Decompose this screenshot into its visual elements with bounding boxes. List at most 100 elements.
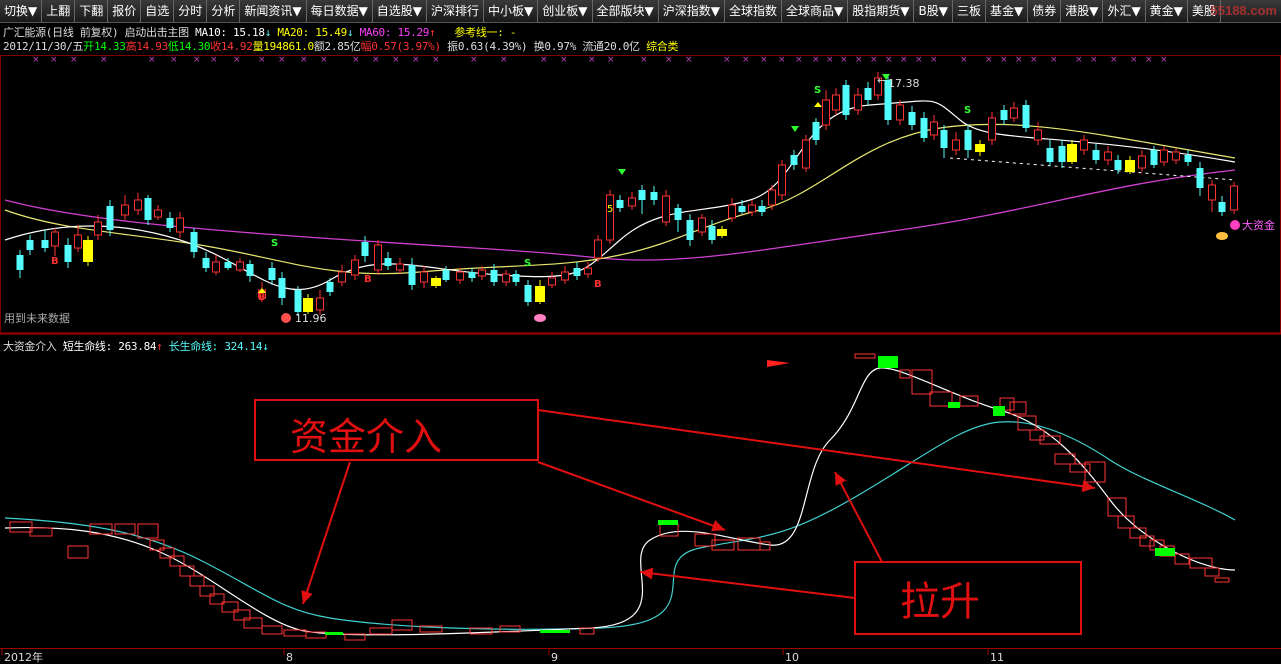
menu-item[interactable]: 三板 bbox=[953, 0, 986, 22]
x-marker: × bbox=[778, 55, 786, 65]
candle-body bbox=[1067, 144, 1077, 162]
menu-item[interactable]: 股指期货▼ bbox=[848, 0, 915, 22]
candle-body bbox=[778, 164, 786, 196]
menu-item[interactable]: 外汇▼ bbox=[1103, 0, 1146, 22]
candle-body bbox=[442, 270, 450, 280]
menu-item[interactable]: 上翻 bbox=[42, 0, 76, 22]
menu-item[interactable]: 沪深排行 bbox=[427, 0, 485, 22]
menu-item[interactable]: 全部版块▼ bbox=[593, 0, 659, 22]
menu-item[interactable]: 黄金▼ bbox=[1146, 0, 1188, 22]
candle-body bbox=[594, 239, 602, 259]
candle-body bbox=[616, 200, 624, 208]
candle-body bbox=[535, 286, 545, 302]
buy-signal: B bbox=[51, 256, 59, 267]
candle-body bbox=[1230, 185, 1238, 211]
candle-body bbox=[768, 189, 776, 206]
menu-item[interactable]: 沪深指数▼ bbox=[659, 0, 725, 22]
candle-body bbox=[1172, 151, 1180, 161]
menu-item[interactable]: 港股▼ bbox=[1061, 0, 1104, 22]
long-life-line bbox=[4, 421, 1236, 630]
menu-item[interactable]: 债券 bbox=[1028, 0, 1062, 22]
menu-item[interactable]: 分时 bbox=[174, 0, 208, 22]
menu-item[interactable]: 新闻资讯▼ bbox=[240, 0, 307, 22]
x-marker: × bbox=[1050, 55, 1058, 65]
x-axis-label: 11 bbox=[990, 651, 1004, 664]
candle-body bbox=[278, 278, 286, 298]
buy-signal: B bbox=[594, 279, 602, 290]
candle-body bbox=[748, 204, 756, 213]
candle-body bbox=[166, 218, 174, 228]
candle-body bbox=[573, 268, 581, 276]
sell-signal: S bbox=[964, 105, 971, 116]
candle-body bbox=[674, 208, 682, 220]
candle-body bbox=[1034, 129, 1042, 141]
red-arrow-icon bbox=[767, 360, 790, 367]
candle-body bbox=[638, 190, 646, 200]
signal-five: 5 bbox=[607, 204, 613, 215]
x-marker: × bbox=[1110, 55, 1118, 65]
x-marker: × bbox=[300, 55, 308, 65]
menu-item[interactable]: 全球指数 bbox=[725, 0, 782, 22]
indicator-green-block bbox=[1155, 548, 1175, 556]
candle-body bbox=[468, 272, 476, 278]
candle-body bbox=[854, 94, 862, 111]
menu-item[interactable]: 自选股▼ bbox=[373, 0, 428, 22]
menu-item[interactable]: 下翻 bbox=[75, 0, 109, 22]
x-marker: × bbox=[320, 55, 328, 65]
menu-item[interactable]: 报价 bbox=[108, 0, 142, 22]
x-marker: × bbox=[723, 55, 731, 65]
candle-body bbox=[930, 121, 938, 136]
candle-body bbox=[908, 112, 916, 125]
menu-item[interactable]: 分析 bbox=[207, 0, 241, 22]
candle-body bbox=[106, 206, 114, 230]
x-axis-label: 10 bbox=[785, 651, 799, 664]
menu-item[interactable]: 切换▼ bbox=[0, 0, 43, 22]
down-arrow-icon bbox=[791, 126, 799, 132]
arrow-head-icon bbox=[711, 520, 725, 532]
candle-body bbox=[628, 197, 636, 207]
candle-body bbox=[940, 130, 948, 148]
menu-item[interactable]: 基金▼ bbox=[986, 0, 1029, 22]
candle-body bbox=[94, 221, 102, 236]
x-marker: × bbox=[640, 55, 648, 65]
big-money-tag: 大资金 bbox=[1242, 218, 1275, 232]
candle-body bbox=[952, 139, 960, 151]
x-marker: × bbox=[148, 55, 156, 65]
x-marker: × bbox=[870, 55, 878, 65]
menu-item[interactable]: 自选 bbox=[141, 0, 175, 22]
candle-body bbox=[1208, 184, 1216, 201]
x-marker: × bbox=[1000, 55, 1008, 65]
menu-item[interactable]: 全球商品▼ bbox=[782, 0, 849, 22]
x-marker: × bbox=[900, 55, 908, 65]
chart-canvas[interactable]: × × × × × × × × × × × × × × × × × × × × × × × × × × × × × × × × × × × × × × × ×… bbox=[0, 22, 1281, 664]
indicator-red-block bbox=[1214, 577, 1230, 583]
candle-body bbox=[490, 270, 498, 282]
x-marker: × bbox=[193, 55, 201, 65]
candle-body bbox=[964, 130, 972, 150]
buy-signal: B bbox=[364, 274, 372, 285]
future-data-note: 用到未来数据 bbox=[4, 311, 70, 325]
menu-item[interactable]: 每日数据▼ bbox=[307, 0, 373, 22]
menu-item[interactable]: B股▼ bbox=[914, 0, 953, 22]
menu-item[interactable]: 创业板▼ bbox=[538, 0, 593, 22]
menu-item[interactable]: 中小板▼ bbox=[484, 0, 539, 22]
indicator-red-block bbox=[189, 575, 205, 587]
candle-body bbox=[975, 144, 985, 152]
indicator-green-block bbox=[948, 402, 960, 408]
x-marker: × bbox=[50, 55, 58, 65]
x-axis-label: 9 bbox=[551, 651, 558, 664]
x-marker: × bbox=[826, 55, 834, 65]
x-marker: × bbox=[432, 55, 440, 65]
candle-body bbox=[74, 234, 82, 249]
indicator-green-block bbox=[325, 632, 343, 635]
x-marker: × bbox=[1145, 55, 1153, 65]
candle-body bbox=[26, 240, 34, 250]
x-marker: × bbox=[392, 55, 400, 65]
indicator-red-block bbox=[137, 523, 159, 539]
candle-body bbox=[420, 271, 428, 283]
x-marker: × bbox=[278, 55, 286, 65]
x-axis-label: 2012年 bbox=[4, 650, 43, 664]
candle-body bbox=[584, 267, 592, 275]
candle-body bbox=[1196, 168, 1204, 188]
candle-body bbox=[1160, 149, 1168, 163]
